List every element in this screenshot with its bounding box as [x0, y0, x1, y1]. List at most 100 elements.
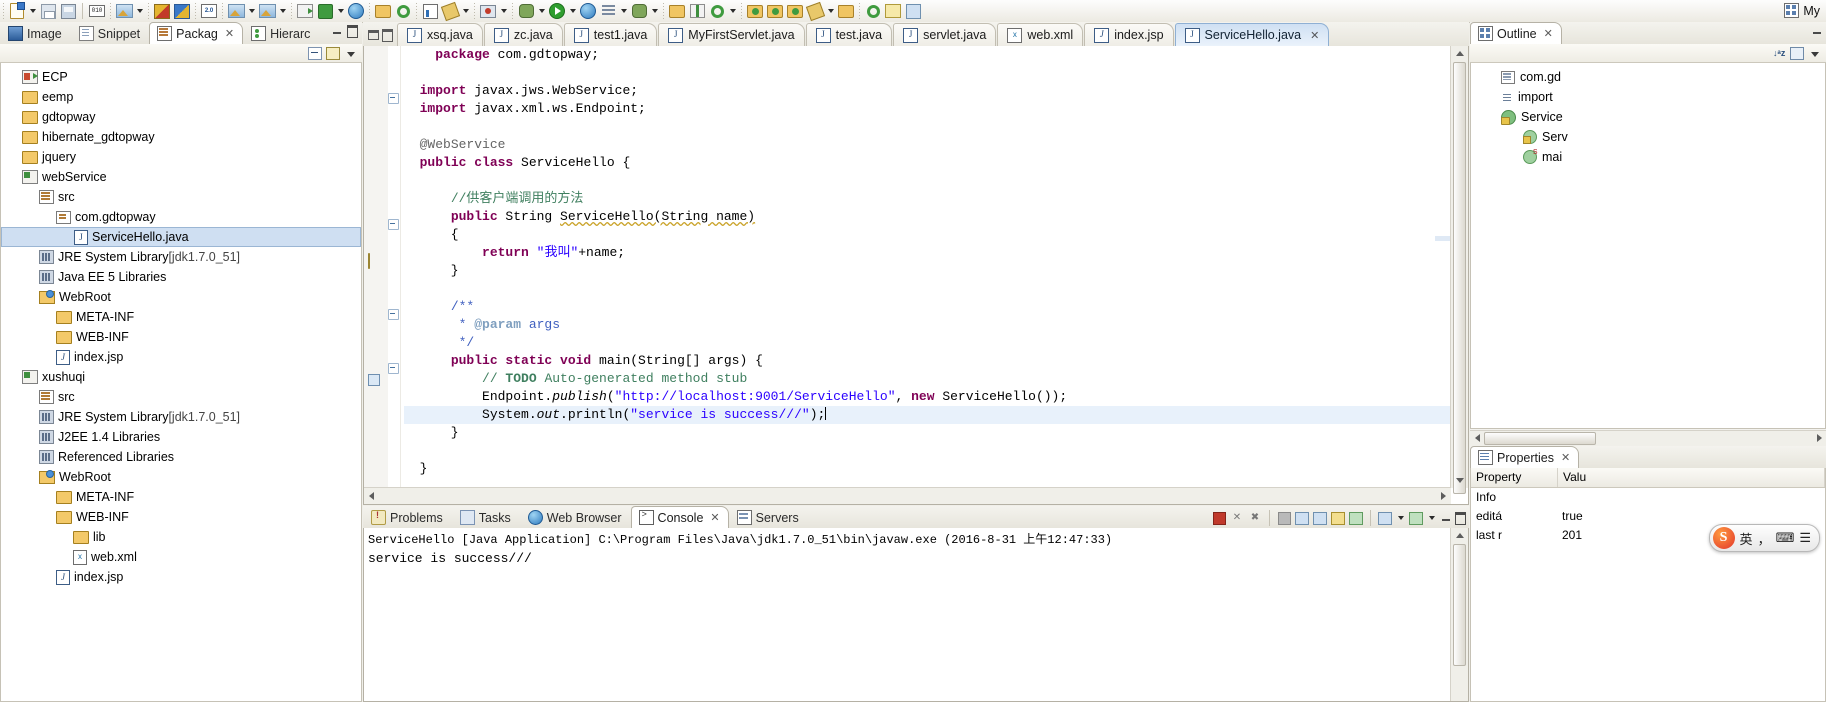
toolbar-handle-10[interactable] — [512, 3, 513, 19]
tree-item-web-inf[interactable]: WEB-INF — [1, 327, 361, 347]
debug-icon[interactable] — [516, 1, 536, 21]
tree-expand-arrow[interactable] — [43, 347, 56, 367]
tree-item-jquery[interactable]: jquery — [1, 147, 361, 167]
tree-item-jre-system-library[interactable]: JRE System Library [jdk1.7.0_51] — [1, 247, 361, 267]
tree-item-web-xml[interactable]: web.xml — [1, 547, 361, 567]
editor-tab-xsq-java[interactable]: xsq.java — [397, 23, 483, 46]
sort-icon[interactable]: ↓ᵃz — [1771, 46, 1787, 61]
fold-toggle-imports[interactable] — [388, 93, 399, 104]
clear-console-icon[interactable] — [1276, 510, 1292, 526]
word-wrap-icon[interactable] — [1312, 510, 1328, 526]
new-wizard-dropdown-icon[interactable] — [27, 1, 38, 21]
tree-expand-arrow[interactable] — [9, 87, 22, 107]
pen-dropdown-icon[interactable] — [825, 1, 836, 21]
scroll-thumb[interactable] — [1453, 62, 1466, 494]
tree-item-xushuqi[interactable]: xushuqi — [1, 367, 361, 387]
tools-dropdown-icon[interactable] — [460, 1, 471, 21]
view-tab-hierarchy[interactable]: Hierarc — [243, 22, 319, 44]
run-ant-dropdown-icon[interactable] — [335, 1, 346, 21]
tree-item-index-jsp[interactable]: index.jsp — [1, 347, 361, 367]
build-project-icon[interactable] — [114, 1, 134, 21]
debug-dropdown-icon[interactable] — [536, 1, 547, 21]
tree-expand-arrow[interactable] — [26, 247, 39, 267]
run-ant-icon[interactable] — [315, 1, 335, 21]
console-output-area[interactable]: ServiceHello [Java Application] C:\Progr… — [363, 528, 1469, 702]
open-console-dropdown-icon[interactable] — [1426, 508, 1437, 528]
tree-expand-arrow[interactable] — [9, 107, 22, 127]
link-with-editor-icon[interactable] — [325, 46, 341, 61]
profile-chart-icon[interactable] — [420, 1, 440, 21]
overview-marker[interactable] — [1435, 236, 1450, 241]
tree-expand-arrow[interactable] — [43, 327, 56, 347]
tree-item-com-gdtopway[interactable]: com.gdtopway — [1, 207, 361, 227]
ime-menu-icon[interactable]: ☰ — [1799, 530, 1811, 546]
editor-tab-test-java[interactable]: test.java — [805, 23, 893, 46]
tree-item-hibernate-gdtopway[interactable]: hibernate_gdtopway — [1, 127, 361, 147]
refresh-dropdown-icon[interactable] — [727, 1, 738, 21]
toolbar-handle-11[interactable] — [663, 3, 664, 19]
fold-toggle-method-1[interactable] — [388, 219, 399, 230]
view-tab-snippet[interactable]: Snippet — [71, 22, 149, 44]
tree-item-gdtopway[interactable]: gdtopway — [1, 107, 361, 127]
console-minimize-icon[interactable] — [1439, 512, 1452, 525]
maximize-button[interactable] — [346, 25, 359, 38]
console-scroll-up-icon[interactable] — [1451, 528, 1468, 543]
tree-expand-arrow[interactable] — [9, 167, 22, 187]
outline-item-import[interactable]: import — [1471, 87, 1825, 107]
external-tools-icon[interactable] — [578, 1, 598, 21]
outline-horizontal-scrollbar[interactable] — [1470, 430, 1826, 445]
close-icon[interactable]: ✕ — [1561, 451, 1570, 464]
tree-expand-arrow[interactable] — [43, 487, 56, 507]
collapse-all-icon[interactable] — [307, 46, 323, 61]
view-tab-image[interactable]: Image — [0, 22, 71, 44]
package-icon[interactable] — [373, 1, 393, 21]
new-class-dropdown-icon[interactable] — [246, 1, 257, 21]
outline-scroll-thumb[interactable] — [1484, 431, 1596, 445]
view-tab-outline[interactable]: Outline ✕ — [1470, 22, 1562, 44]
editor-maximize-icon[interactable] — [381, 28, 393, 42]
back-history-icon[interactable] — [863, 1, 883, 21]
toolbar-handle-6[interactable] — [291, 3, 292, 19]
toolbar-handle-7[interactable] — [369, 3, 370, 19]
tree-item-meta-inf[interactable]: META-INF — [1, 487, 361, 507]
snapshot-dropdown-icon[interactable] — [498, 1, 509, 21]
open-console-icon[interactable] — [1408, 510, 1424, 526]
outline-minimize-icon[interactable] — [1810, 25, 1823, 38]
ime-punctuation-icon[interactable]: ， — [1758, 529, 1771, 548]
new-class-icon[interactable] — [226, 1, 246, 21]
tree-item-servicehello-java[interactable]: ServiceHello.java — [1, 227, 361, 247]
open-browser-icon[interactable] — [346, 1, 366, 21]
tree-expand-arrow[interactable] — [60, 547, 73, 567]
toolbar-handle-5[interactable] — [222, 3, 223, 19]
code-text[interactable]: package com.gdtopway; import javax.jws.W… — [404, 46, 1450, 488]
highlight-icon[interactable] — [883, 1, 903, 21]
column-header-value[interactable]: Valu — [1558, 468, 1825, 487]
editor-tab-myfirstservlet-java[interactable]: MyFirstServlet.java — [658, 23, 805, 46]
tree-item-webroot[interactable]: WebRoot — [1, 287, 361, 307]
outline-scroll-right-icon[interactable] — [1812, 434, 1826, 442]
tree-expand-arrow[interactable] — [9, 67, 22, 87]
view-menu-icon[interactable] — [343, 46, 359, 61]
tree-expand-arrow[interactable] — [26, 267, 39, 287]
tree-expand-arrow[interactable] — [43, 307, 56, 327]
binary-toggle-icon[interactable]: 010 — [87, 1, 107, 21]
run-last-icon[interactable] — [598, 1, 618, 21]
tree-expand-arrow[interactable] — [26, 447, 39, 467]
run-icon[interactable] — [547, 1, 567, 21]
perspective-label[interactable]: My — [1784, 3, 1820, 18]
console-tab-web-browser[interactable]: Web Browser — [520, 506, 631, 528]
remove-all-terminated-icon[interactable]: ✖ — [1247, 510, 1263, 526]
deploy-cube-icon[interactable] — [152, 1, 172, 21]
close-icon[interactable]: ✕ — [1544, 27, 1553, 40]
search-icon[interactable] — [785, 1, 805, 21]
tree-item-web-inf[interactable]: WEB-INF — [1, 507, 361, 527]
tree-expand-arrow[interactable] — [9, 127, 22, 147]
tree-expand-arrow[interactable] — [43, 507, 56, 527]
tree-item-referenced-libraries[interactable]: Referenced Libraries — [1, 447, 361, 467]
pen-icon[interactable] — [805, 1, 825, 21]
version-2-0-icon[interactable]: 2.0 — [199, 1, 219, 21]
tree-expand-arrow[interactable] — [43, 567, 56, 587]
close-icon[interactable]: ✕ — [710, 511, 719, 524]
outline-item-mai[interactable]: mai — [1471, 146, 1825, 167]
toolbar-handle-9[interactable] — [474, 3, 475, 19]
